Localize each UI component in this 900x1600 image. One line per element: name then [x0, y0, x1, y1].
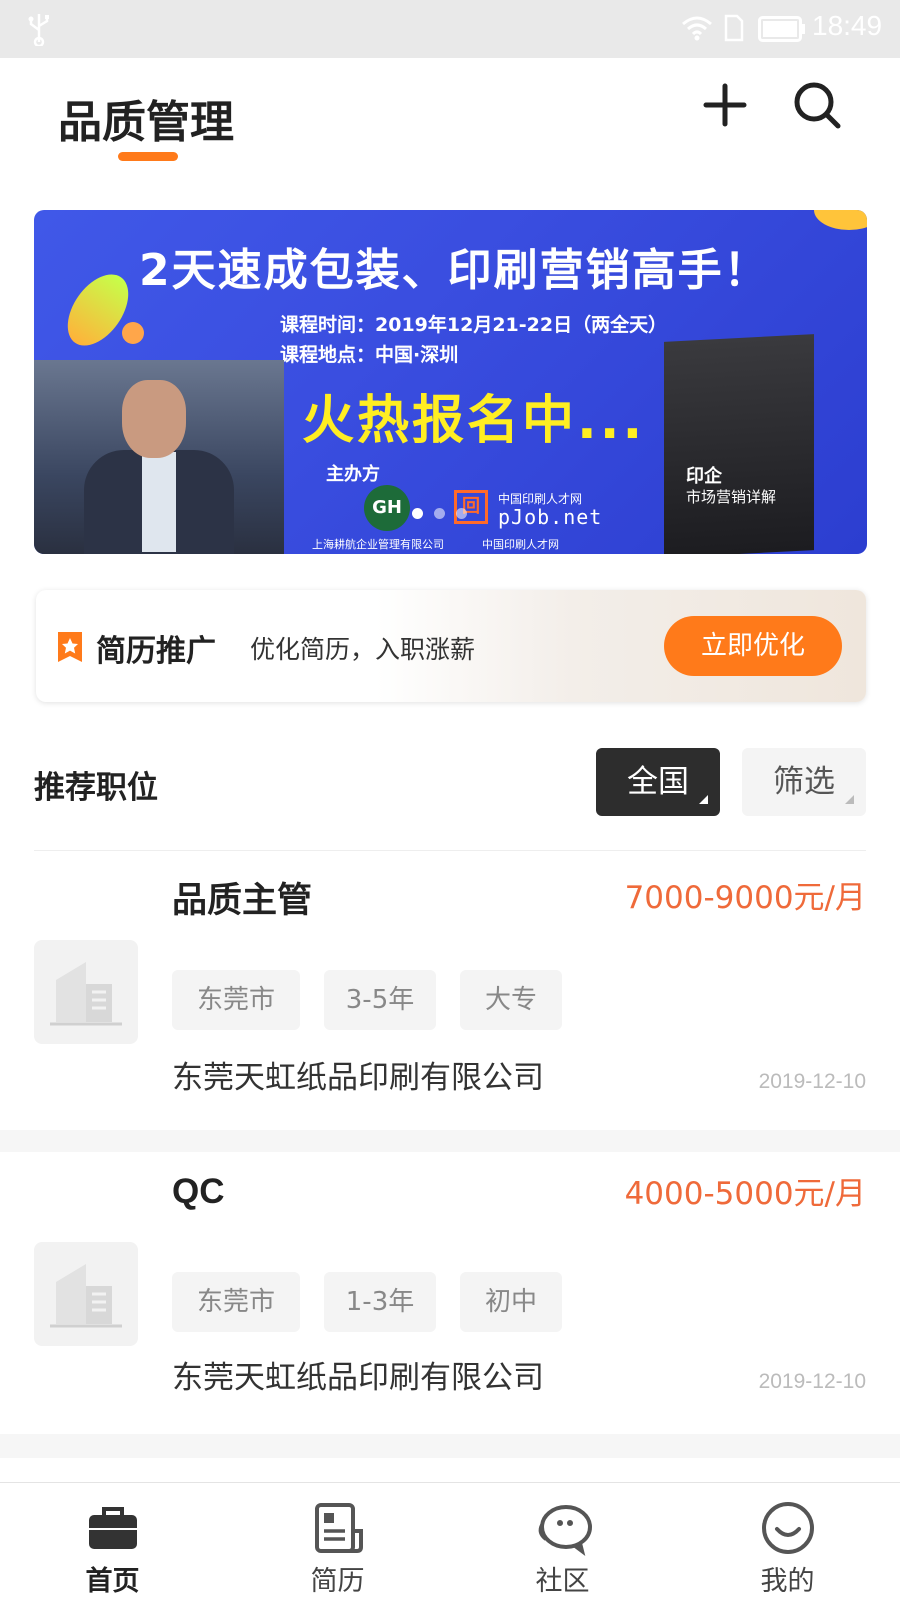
nav-label: 我的 [760, 1566, 815, 1597]
job-tag-education: 初中 [460, 1272, 562, 1332]
promo-title: 简历推广 [96, 634, 216, 669]
divider [34, 850, 866, 851]
carousel-dot[interactable] [434, 508, 445, 519]
nav-item-profile[interactable]: 我的 [675, 1483, 900, 1600]
job-tag-experience: 3-5年 [324, 970, 436, 1030]
page-title[interactable]: 品质管理 [58, 86, 234, 150]
nav-item-community[interactable]: 社区 [450, 1483, 675, 1600]
nav-label: 简历 [310, 1566, 365, 1597]
promo-banner[interactable]: 2天速成包装、印刷营销高手！ 课程时间：2019年12月21-22日（两全天） … [34, 210, 867, 554]
bookmark-star-icon [58, 632, 82, 662]
book-subtitle: 市场营销详解 [686, 488, 777, 506]
banner-site: pJob.net [498, 505, 603, 529]
pjob-logo-icon: 回 [454, 490, 488, 524]
decorative-shape [814, 210, 867, 230]
banner-course-time: 课程时间：2019年12月21-22日（两全天） [280, 314, 668, 336]
building-icon [50, 962, 122, 1026]
company-name: 东莞天虹纸品印刷有限公司 [172, 1360, 544, 1396]
decorative-dot [122, 322, 144, 344]
region-filter-button[interactable]: 全国 [596, 748, 720, 816]
title-underline [118, 152, 178, 161]
job-salary: 7000-9000元/月 [624, 880, 866, 916]
job-tag-experience: 1-3年 [324, 1272, 436, 1332]
card-gap [0, 1434, 900, 1458]
speaker-photo [34, 360, 284, 554]
nav-label: 首页 [85, 1566, 140, 1597]
job-tag-location: 东莞市 [172, 970, 300, 1030]
status-bar: 18:49 [0, 0, 900, 58]
book-cover [664, 334, 814, 554]
nav-item-home[interactable]: 首页 [0, 1483, 225, 1600]
optimize-now-button[interactable]: 立即优化 [664, 616, 842, 676]
post-date: 2019-12-10 [758, 1370, 866, 1393]
search-icon[interactable] [792, 80, 844, 132]
carousel-dot[interactable] [456, 508, 467, 519]
job-title: QC [172, 1172, 225, 1211]
carousel-dot[interactable] [412, 508, 423, 519]
company-logo [34, 1242, 138, 1346]
battery-icon [758, 16, 805, 42]
filter-button[interactable]: 筛选 [742, 748, 866, 816]
banner-org-name: 上海耕航企业管理有限公司 [312, 538, 444, 551]
smile-icon [762, 1502, 814, 1554]
gh-logo: GH [364, 485, 410, 531]
book-title: 印企 [686, 466, 722, 487]
building-icon [50, 1264, 122, 1328]
dropdown-corner-icon [699, 795, 708, 804]
filter-label: 筛选 [773, 764, 835, 800]
job-card[interactable]: 品质主管 7000-9000元/月 东莞市 3-5年 大专 东莞天虹纸品印刷有限… [0, 852, 900, 1134]
add-icon[interactable] [700, 80, 750, 130]
company-name: 东莞天虹纸品印刷有限公司 [172, 1060, 544, 1096]
wifi-icon [682, 16, 712, 41]
chat-bubble-icon [538, 1505, 592, 1556]
dropdown-corner-icon [845, 795, 854, 804]
job-tag-education: 大专 [460, 970, 562, 1030]
clock: 18:49 [812, 10, 883, 41]
post-date: 2019-12-10 [758, 1070, 866, 1093]
sim-card-icon [724, 14, 744, 42]
banner-cta: 火热报名中... [302, 391, 646, 451]
section-title: 推荐职位 [34, 770, 158, 806]
card-gap [0, 1130, 900, 1152]
job-title: 品质主管 [172, 881, 313, 921]
resume-promo-card[interactable]: 简历推广 优化简历，入职涨薪 立即优化 [36, 590, 866, 702]
briefcase-icon [89, 1507, 137, 1549]
bottom-nav: 首页 简历 社区 我的 [0, 1482, 900, 1600]
job-salary: 4000-5000元/月 [624, 1176, 866, 1212]
job-card[interactable]: QC 4000-5000元/月 东莞市 1-3年 初中 东莞天虹纸品印刷有限公司… [0, 1152, 900, 1434]
usb-icon [28, 14, 49, 46]
nav-label: 社区 [535, 1566, 590, 1597]
banner-course-location: 课程地点：中国·深圳 [280, 344, 459, 366]
region-filter-label: 全国 [627, 764, 689, 800]
job-tag-location: 东莞市 [172, 1272, 300, 1332]
company-logo [34, 940, 138, 1044]
banner-organizer-label: 主办方 [326, 464, 380, 485]
banner-org-name: 中国印刷人才网 [482, 538, 559, 551]
resume-icon [315, 1503, 363, 1553]
nav-item-resume[interactable]: 简历 [225, 1483, 450, 1600]
promo-description: 优化简历，入职涨薪 [250, 635, 476, 664]
banner-headline: 2天速成包装、印刷营销高手！ [139, 245, 770, 296]
